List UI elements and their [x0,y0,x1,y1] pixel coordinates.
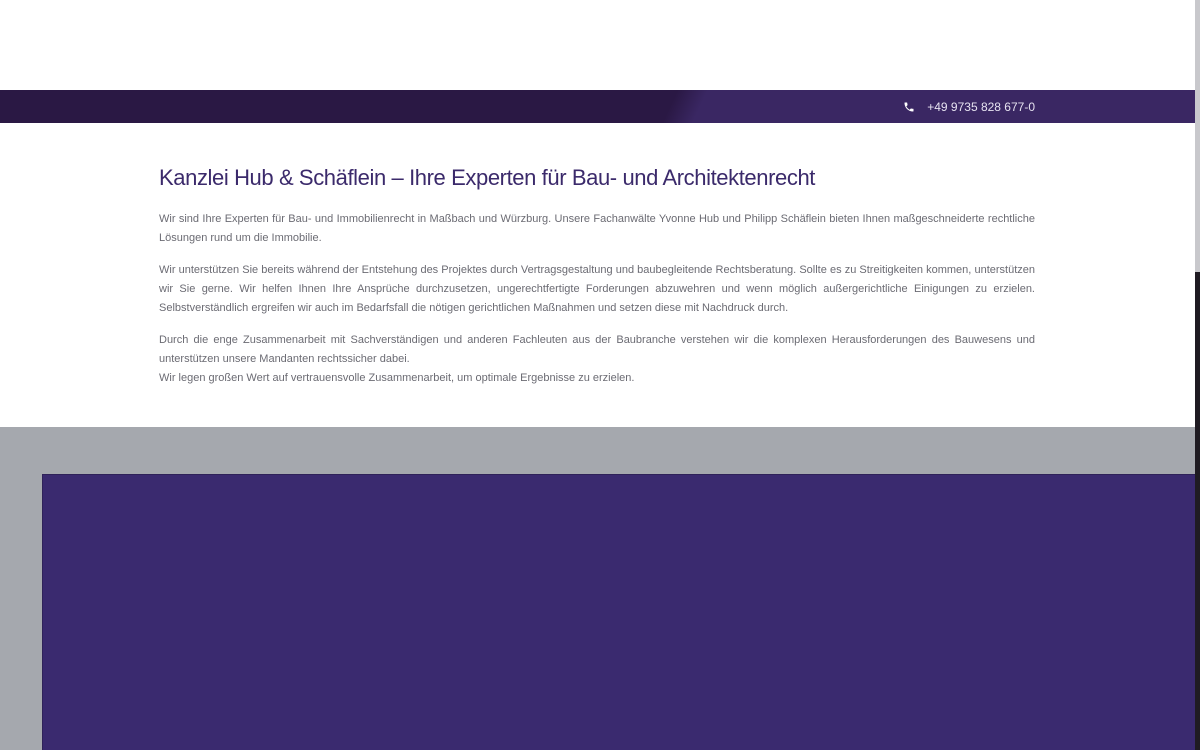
site-header [0,0,1195,90]
phone-link[interactable]: +49 9735 828 677-0 [903,90,1035,123]
intro-paragraph-text: Durch die enge Zusammenarbeit mit Sachve… [159,334,1035,365]
intro-paragraph: Wir sind Ihre Experten für Bau- und Immo… [159,213,1035,244]
intro-closing-line: Wir legen großen Wert auf vertrauensvoll… [159,372,635,384]
scrollbar-thumb[interactable] [1195,0,1200,272]
intro-section: Kanzlei Hub & Schäflein – Ihre Experten … [0,123,1195,427]
intro-content: Kanzlei Hub & Schäflein – Ihre Experten … [159,164,1035,401]
top-contact-bar: +49 9735 828 677-0 [0,90,1195,123]
page-title: Kanzlei Hub & Schäflein – Ihre Experten … [159,165,816,190]
intro-paragraph: Wir unterstützen Sie bereits während der… [159,264,1035,314]
purple-content-block [42,474,1195,750]
intro-paragraph: Durch die enge Zusammenarbeit mit Sachve… [159,331,1035,388]
phone-number: +49 9735 828 677-0 [927,99,1035,114]
scrollbar[interactable] [1195,0,1200,750]
phone-icon [904,102,914,111]
